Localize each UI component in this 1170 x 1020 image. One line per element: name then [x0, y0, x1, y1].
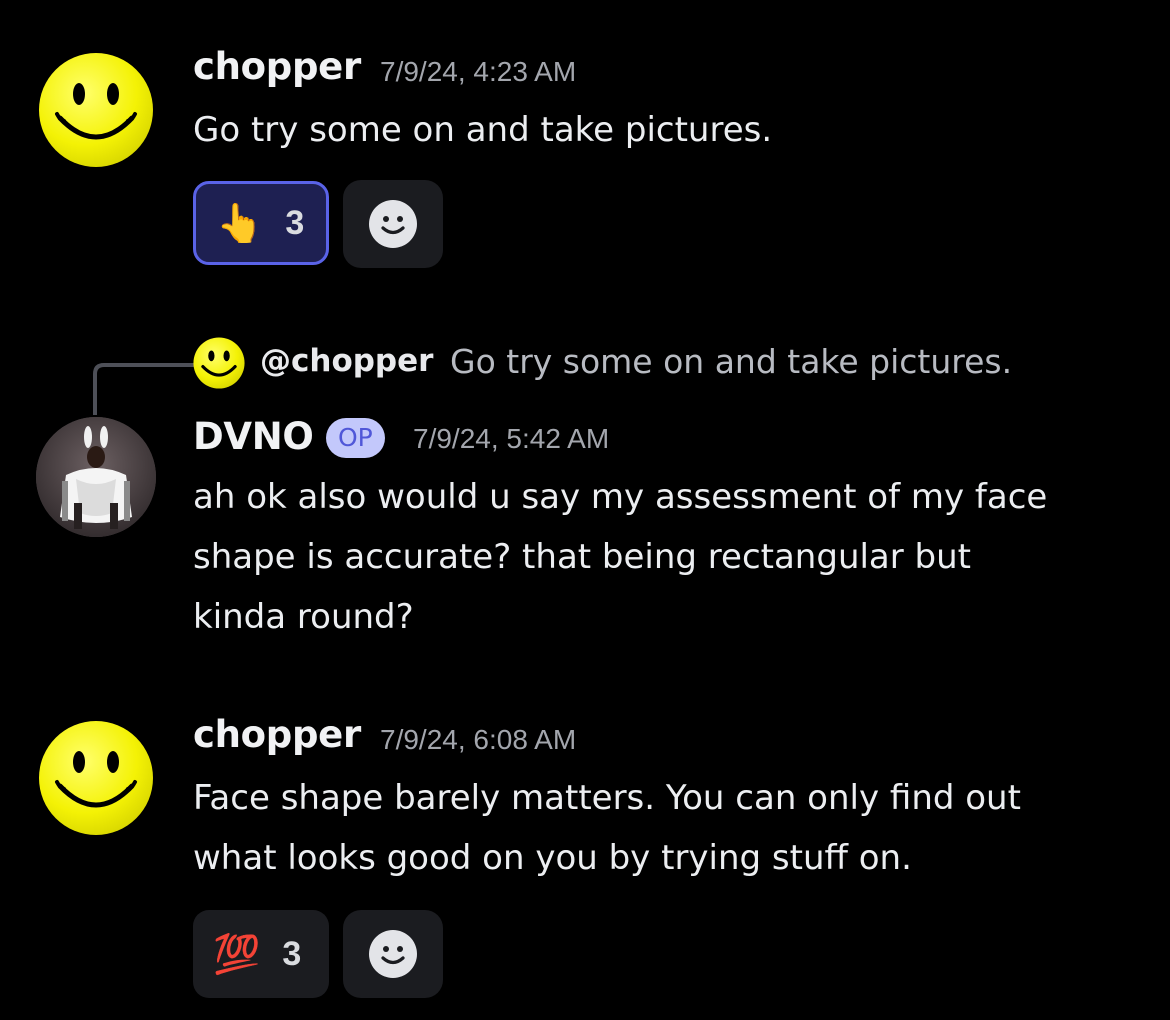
hundred-points-icon: 💯: [213, 932, 261, 976]
message-timestamp: 7/9/24, 6:08 AM: [380, 724, 577, 755]
message-timestamp: 7/9/24, 4:23 AM: [380, 56, 577, 87]
op-badge: OP: [326, 418, 385, 458]
reaction-count: 3: [285, 203, 305, 242]
message-author[interactable]: chopper: [193, 713, 361, 756]
reply-text: Go try some on and take pictures.: [450, 342, 1013, 381]
reaction-count: 3: [282, 934, 302, 973]
reaction-hundred[interactable]: 💯 3: [193, 910, 329, 998]
add-reaction-button[interactable]: [343, 180, 443, 268]
message-3: chopper 7/9/24, 6:08 AM Face shape barel…: [0, 680, 1170, 1020]
message-timestamp: 7/9/24, 5:42 AM: [413, 423, 610, 454]
pointing-up-icon: 👆: [216, 201, 264, 245]
reply-mention[interactable]: @chopper: [260, 343, 433, 379]
profile-photo-image: [36, 417, 156, 537]
smiley-face-icon: [39, 721, 153, 835]
smiley-face-icon: [39, 53, 153, 167]
dvno-avatar[interactable]: [36, 417, 156, 537]
message-text-line-2: what looks good on you by trying stuff o…: [193, 838, 912, 878]
message-text-line-1: Face shape barely matters. You can only …: [193, 778, 1021, 818]
chopper-avatar[interactable]: [38, 52, 154, 168]
message-text-line-1: ah ok also would u say my assessment of …: [193, 477, 1048, 517]
message-author[interactable]: DVNO: [193, 415, 314, 458]
message-text: Go try some on and take pictures.: [193, 110, 773, 150]
reply-connector-line: [93, 363, 195, 415]
message-author[interactable]: chopper: [193, 45, 361, 88]
add-reaction-button[interactable]: [343, 910, 443, 998]
reply-preview[interactable]: @chopper Go try some on and take picture…: [193, 337, 1093, 389]
message-text-line-3: kinda round?: [193, 597, 414, 637]
reaction-pointing-up[interactable]: 👆 3: [193, 181, 329, 265]
smiley-face-icon: [193, 337, 245, 389]
add-reaction-icon: [369, 200, 417, 248]
message-text-line-2: shape is accurate? that being rectangula…: [193, 537, 972, 577]
message-1: chopper 7/9/24, 4:23 AM Go try some on a…: [0, 0, 1170, 290]
add-reaction-icon: [369, 930, 417, 978]
reply-avatar: [193, 337, 245, 389]
message-2: @chopper Go try some on and take picture…: [0, 320, 1170, 650]
chopper-avatar[interactable]: [38, 720, 154, 836]
